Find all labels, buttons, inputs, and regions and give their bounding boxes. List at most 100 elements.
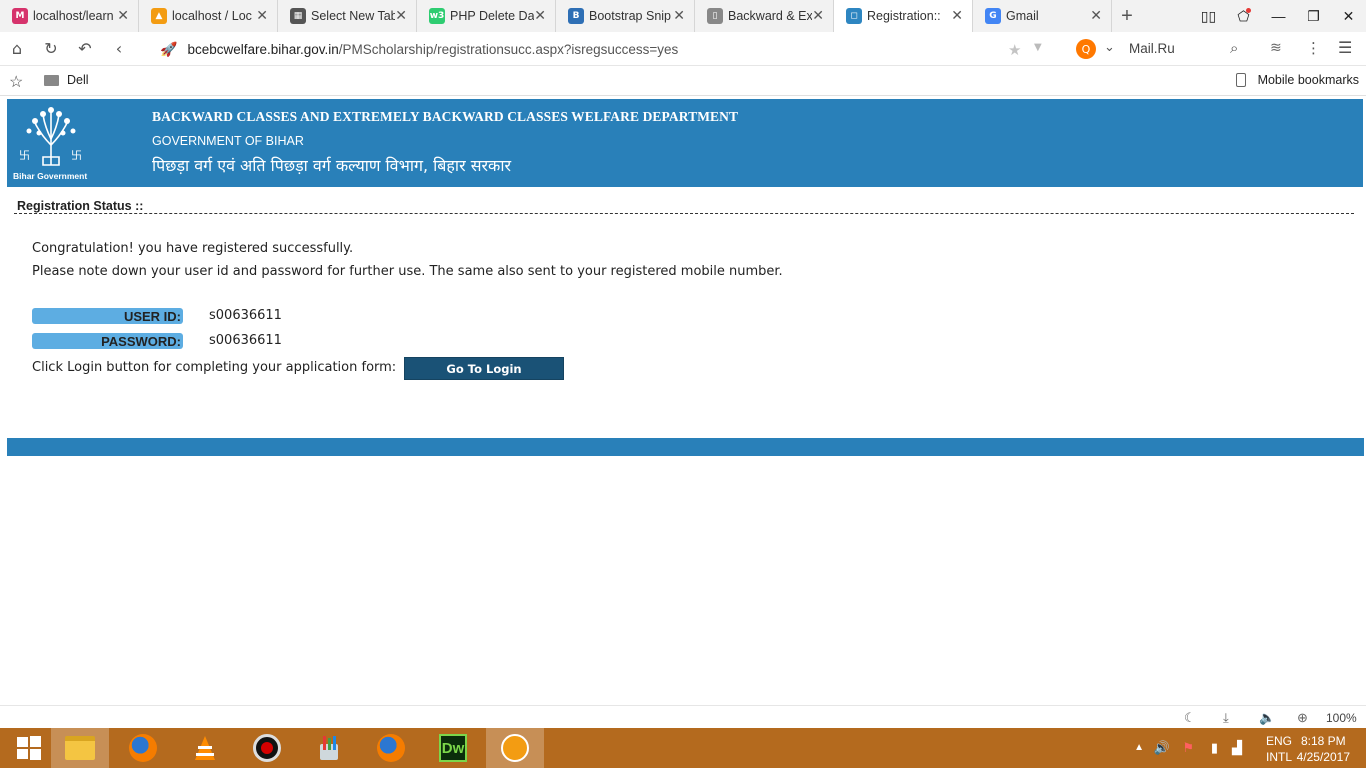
start-button[interactable] <box>0 728 58 768</box>
recorder-taskbar-button[interactable] <box>238 728 296 768</box>
browser-tab[interactable]: ▦ Select New Tab ✕ <box>278 0 417 32</box>
night-mode-icon[interactable]: ☾ <box>1184 710 1196 726</box>
signal-icon[interactable]: ▟ <box>1232 740 1242 756</box>
browser-tab[interactable]: ◻ Registration:: ✕ <box>834 0 973 32</box>
new-tab-button[interactable]: + <box>1112 0 1142 32</box>
svg-text:卐: 卐 <box>19 149 30 162</box>
site-security-icon[interactable]: 🚀 <box>160 41 177 58</box>
language-code: ENG <box>1265 734 1292 748</box>
mobile-icon <box>1235 73 1246 87</box>
tab-title: Select New Tab <box>311 9 395 23</box>
url-field[interactable]: 🚀 bcebcwelfare.bihar.gov.in/PMScholarshi… <box>160 32 678 66</box>
firefox-icon <box>129 734 157 762</box>
firefox-taskbar-button[interactable] <box>114 728 172 768</box>
close-tab-icon[interactable]: ✕ <box>117 8 129 22</box>
home-icon[interactable]: ⌂ <box>0 39 34 58</box>
window-controls: ▯▯ ⬠ — ❐ ✕ <box>1191 0 1366 32</box>
maximize-button[interactable]: ❐ <box>1296 8 1331 25</box>
close-tab-icon[interactable]: ✕ <box>534 8 546 22</box>
mobile-bookmarks-label: Mobile bookmarks <box>1257 73 1359 87</box>
browser-tab[interactable]: ▲ localhost / Loc ✕ <box>139 0 278 32</box>
dreamweaver-taskbar-button[interactable]: Dw <box>424 728 482 768</box>
search-engine-icon[interactable]: Q <box>1076 39 1096 59</box>
department-title-hindi: पिछड़ा वर्ग एवं अति पिछड़ा वर्ग कल्याण व… <box>152 156 512 175</box>
clock[interactable]: 8:18 PM 4/25/2017 <box>1297 733 1350 765</box>
vlc-taskbar-button[interactable] <box>176 728 234 768</box>
close-tab-icon[interactable]: ✕ <box>673 8 685 22</box>
back-icon[interactable]: ‹ <box>102 39 136 58</box>
zoom-level[interactable]: 100% <box>1326 711 1357 725</box>
undo-icon[interactable]: ↶ <box>68 39 102 58</box>
browser-tab[interactable]: ▯ Backward & Ext ✕ <box>695 0 834 32</box>
battery-icon[interactable]: ▮ <box>1211 740 1218 756</box>
url-path: /PMScholarship/registrationsucc.aspx?isr… <box>338 41 679 57</box>
search-box[interactable]: Mail.Ru <box>1129 41 1175 56</box>
tab-favicon-icon: w3 <box>429 8 445 24</box>
tab-title: Gmail <box>1006 9 1039 23</box>
browser-tab[interactable]: w3 PHP Delete Dat ✕ <box>417 0 556 32</box>
login-prompt: Click Login button for completing your a… <box>32 360 397 375</box>
minimize-button[interactable]: — <box>1261 8 1296 24</box>
search-icon[interactable]: ⌕ <box>1230 39 1238 57</box>
uc-browser-icon <box>501 734 529 762</box>
tab-favicon-icon: ▲ <box>151 8 167 24</box>
zoom-icon[interactable]: ⊕ <box>1297 710 1308 726</box>
bookmark-star-icon[interactable]: ★ <box>1008 41 1021 59</box>
close-tab-icon[interactable]: ✕ <box>951 8 963 22</box>
close-tab-icon[interactable]: ✕ <box>812 8 824 22</box>
keyboard-layout: INTL <box>1265 750 1292 764</box>
success-message: Congratulation! you have registered succ… <box>32 241 354 256</box>
network-warning-icon[interactable]: ⚑ <box>1182 740 1194 756</box>
close-tab-icon[interactable]: ✕ <box>1090 8 1102 22</box>
user-id-label: USER ID: <box>32 308 183 324</box>
browser-tab[interactable]: G Gmail ✕ <box>973 0 1112 32</box>
show-hidden-icons-icon[interactable]: ▲ <box>1134 742 1144 753</box>
browser-status-bar: ☾ ⤓ 🔈 ⊕ 100% <box>0 705 1366 728</box>
firefox-taskbar-button-2[interactable] <box>362 728 420 768</box>
paint-taskbar-button[interactable] <box>300 728 358 768</box>
chevron-down-icon[interactable]: ▼ <box>1034 42 1042 53</box>
tab-title: Bootstrap Snip <box>589 9 671 23</box>
system-tray: ▲ 🔊 ⚑ ▮ ▟ ENG INTL 8:18 PM 4/25/2017 <box>1126 728 1366 768</box>
dreamweaver-icon: Dw <box>439 734 467 762</box>
url-host: bcebcwelfare.bihar.gov.in <box>187 41 339 57</box>
wifi-icon[interactable]: ≋ <box>1270 40 1282 56</box>
download-icon[interactable]: ⤓ <box>1223 710 1229 726</box>
bookmark-folder-label: Dell <box>67 73 89 87</box>
volume-icon[interactable]: 🔈 <box>1259 710 1275 726</box>
close-window-button[interactable]: ✕ <box>1331 8 1366 25</box>
tab-title: Backward & Ext <box>728 9 812 23</box>
password-label: PASSWORD: <box>32 333 183 349</box>
extensions-icon[interactable]: ⬠ <box>1226 7 1261 25</box>
password-value: s00636611 <box>209 333 282 348</box>
speaker-icon[interactable]: 🔊 <box>1154 740 1170 756</box>
tab-list: Mlocalhost/learn ✕ ▲ localhost / Loc ✕ ▦ Selec… <box>0 0 1112 32</box>
menu-dots-icon[interactable]: ⋮ <box>1306 39 1321 57</box>
bookmarks-star-icon[interactable]: ☆ <box>9 72 23 92</box>
browser-tab[interactable]: Mlocalhost/learn ✕ <box>0 0 139 32</box>
plus-icon: + <box>1121 4 1133 27</box>
tab-sidebar-icon[interactable]: ▯▯ <box>1191 8 1226 25</box>
bookmark-folder-dell[interactable]: Dell <box>44 73 89 87</box>
clock-time: 8:18 PM <box>1300 734 1346 748</box>
tab-title: PHP Delete Dat <box>450 9 534 23</box>
search-engine-dropdown-icon[interactable]: ⌄ <box>1104 40 1115 55</box>
file-explorer-taskbar-button[interactable] <box>51 728 109 768</box>
close-tab-icon[interactable]: ✕ <box>395 8 407 22</box>
go-to-login-button[interactable]: Go To Login <box>404 357 564 380</box>
web-page: 卐 卐 Bihar Government BACKWARD CLASSES AN… <box>0 96 1366 705</box>
close-tab-icon[interactable]: ✕ <box>256 8 268 22</box>
user-id-value: s00636611 <box>209 308 282 323</box>
emblem-caption: Bihar Government <box>13 171 88 181</box>
hamburger-menu-icon[interactable]: ☰ <box>1338 38 1352 57</box>
uc-browser-taskbar-button[interactable] <box>486 728 544 768</box>
browser-tab[interactable]: B Bootstrap Snip ✕ <box>556 0 695 32</box>
tab-favicon-icon: ◻ <box>846 8 862 24</box>
mobile-bookmarks[interactable]: Mobile bookmarks <box>1235 73 1359 87</box>
browser-tab-strip: Mlocalhost/learn ✕ ▲ localhost / Loc ✕ ▦ Selec… <box>0 0 1366 32</box>
tab-favicon-icon: M <box>12 8 28 24</box>
paint-icon <box>320 736 338 760</box>
address-bar: ⌂ ↻ ↶ ‹ 🚀 bcebcwelfare.bihar.gov.in/PMSc… <box>0 32 1366 66</box>
reload-icon[interactable]: ↻ <box>34 39 68 58</box>
input-language[interactable]: ENG INTL <box>1266 733 1292 765</box>
